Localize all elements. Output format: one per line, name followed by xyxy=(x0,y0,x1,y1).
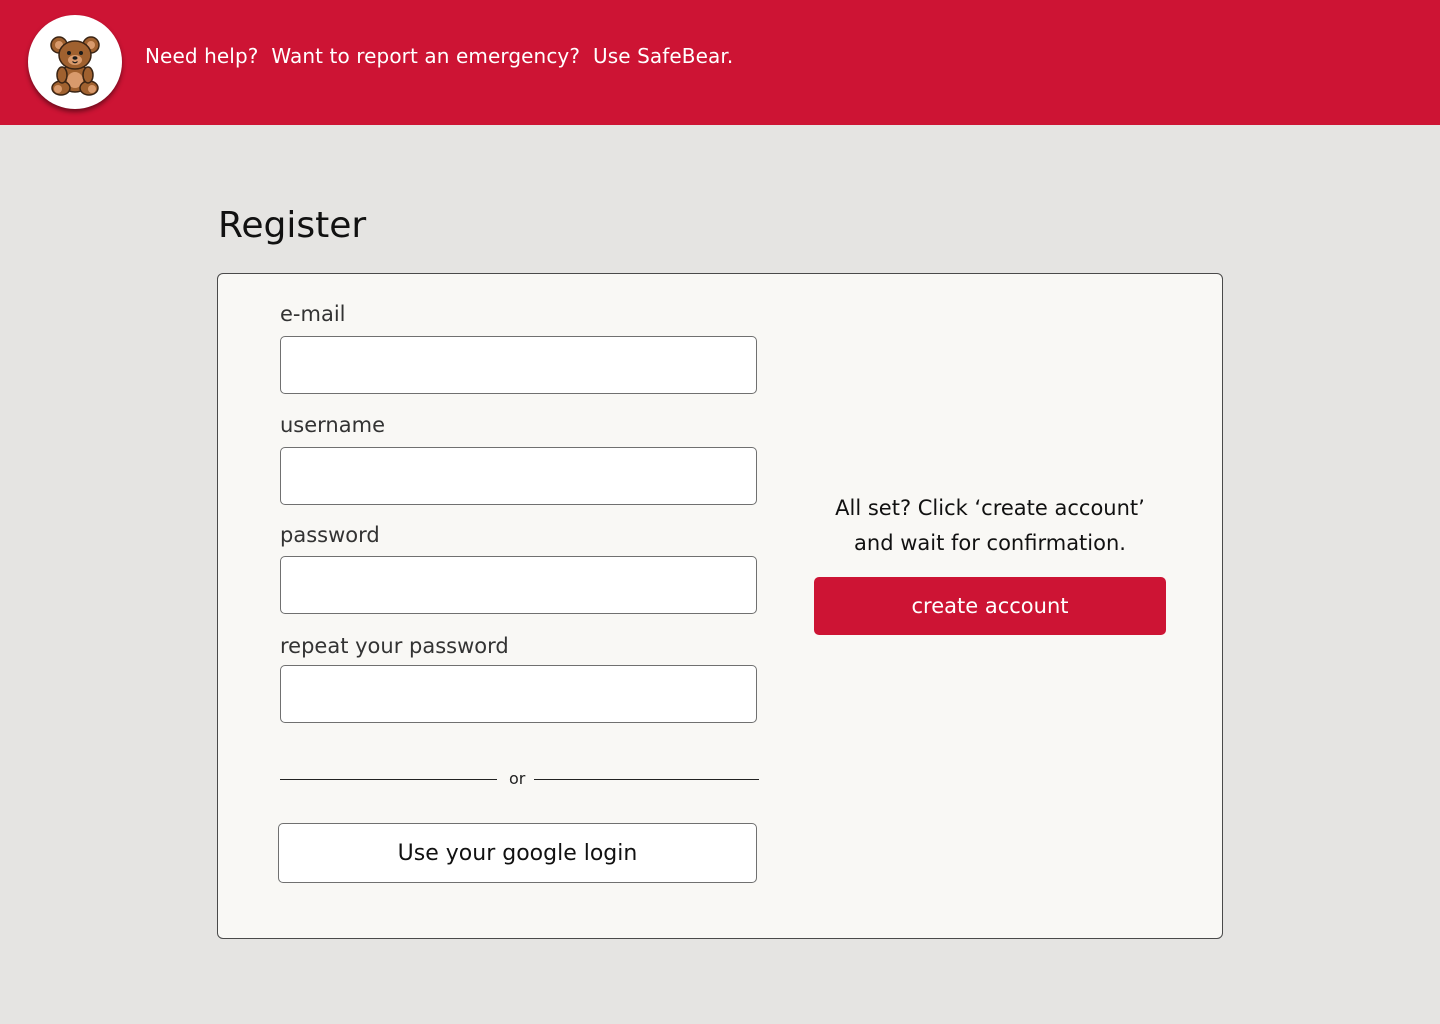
divider-label: or xyxy=(509,769,526,788)
confirmation-hint-line2: and wait for confirmation. xyxy=(854,531,1126,555)
password-field[interactable] xyxy=(280,556,757,614)
page-title: Register xyxy=(218,205,367,246)
username-field[interactable] xyxy=(280,447,757,505)
email-label: e-mail xyxy=(280,302,346,326)
repeat-password-field[interactable] xyxy=(280,665,757,723)
register-card: e-mail username password repeat your pas… xyxy=(217,273,1223,939)
username-label: username xyxy=(280,413,385,437)
password-label: password xyxy=(280,523,380,547)
header-tagline: Need help? Want to report an emergency? … xyxy=(145,44,734,68)
divider-left xyxy=(280,779,497,780)
teddy-bear-icon[interactable] xyxy=(28,15,122,109)
confirmation-hint-line1: All set? Click ‘create account’ xyxy=(835,496,1145,520)
email-field[interactable] xyxy=(280,336,757,394)
confirmation-hint: All set? Click ‘create account’ and wait… xyxy=(814,491,1166,561)
divider-right xyxy=(534,779,759,780)
top-banner: Need help? Want to report an emergency? … xyxy=(0,0,1440,125)
create-account-button[interactable]: create account xyxy=(814,577,1166,635)
google-login-button[interactable]: Use your google login xyxy=(278,823,757,883)
repeat-password-label: repeat your password xyxy=(280,634,509,658)
